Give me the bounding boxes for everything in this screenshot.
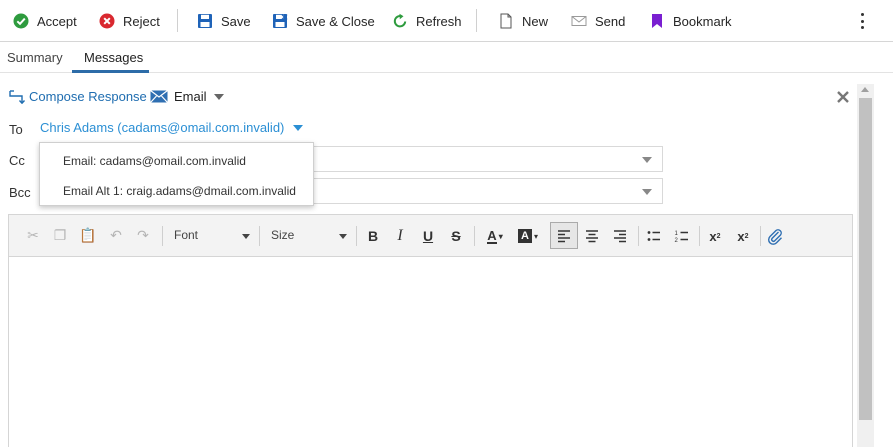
to-recipient-selector[interactable]: Chris Adams (cadams@omail.com.invalid) (40, 120, 304, 135)
tab-bar: Summary Messages (0, 43, 893, 73)
command-toolbar: Accept Reject Save Save & Close Refresh … (0, 0, 893, 42)
save-button[interactable]: Save (197, 9, 251, 33)
accept-label: Accept (37, 13, 77, 29)
compose-response-label: Compose Response (29, 89, 147, 104)
italic-icon[interactable]: I (391, 227, 409, 245)
copy-icon[interactable]: ❐ (51, 227, 69, 245)
subscript-icon[interactable]: x2 (706, 227, 724, 245)
chevron-down-icon[interactable] (642, 189, 652, 195)
rich-text-editor: ✂ ❐ 📋 ↶ ↷ Font Size B I U S A ▾ A ▾ 1 2 … (8, 214, 853, 447)
bullet-list-icon[interactable] (645, 227, 663, 245)
underline-icon[interactable]: U (419, 227, 437, 245)
font-select[interactable]: Font (174, 228, 198, 242)
toolbar-divider (356, 226, 357, 246)
more-options-icon[interactable] (855, 11, 869, 31)
floppy-disk-icon (198, 14, 212, 28)
bold-icon[interactable]: B (364, 227, 382, 245)
svg-text:1: 1 (675, 231, 679, 237)
scrollbar-thumb[interactable] (859, 98, 872, 420)
email-type-label: Email (174, 89, 207, 104)
bookmark-label: Bookmark (673, 13, 732, 29)
reject-button[interactable]: Reject (99, 9, 160, 33)
size-select[interactable]: Size (271, 228, 294, 242)
check-circle-icon (13, 13, 29, 29)
toolbar-divider (177, 9, 178, 32)
numbered-list-icon[interactable]: 1 2 (673, 227, 691, 245)
chevron-down-icon (213, 93, 224, 100)
strikethrough-icon[interactable]: S (447, 227, 465, 245)
refresh-label: Refresh (416, 13, 462, 29)
refresh-button[interactable]: Refresh (392, 9, 462, 33)
undo-icon[interactable]: ↶ (107, 227, 125, 245)
close-icon[interactable] (836, 90, 850, 104)
toolbar-divider (760, 226, 761, 246)
bookmark-button[interactable]: Bookmark (649, 9, 732, 33)
chevron-down-icon[interactable] (642, 157, 652, 163)
floppy-disk-close-icon (273, 14, 288, 28)
toolbar-divider (162, 226, 163, 246)
size-dropdown-caret-icon[interactable] (339, 234, 347, 239)
compose-response-link[interactable]: Compose Response (9, 89, 147, 104)
editor-toolbar: ✂ ❐ 📋 ↶ ↷ Font Size B I U S A ▾ A ▾ 1 2 … (9, 215, 852, 257)
to-label: To (9, 122, 23, 137)
dropdown-option-email-alt-1[interactable]: Email Alt 1: craig.adams@dmail.com.inval… (63, 184, 296, 198)
align-left-icon[interactable] (555, 227, 573, 245)
reject-label: Reject (123, 13, 160, 29)
envelope-icon (571, 16, 587, 26)
align-right-icon[interactable] (611, 227, 629, 245)
refresh-icon (393, 13, 407, 28)
x-circle-icon (99, 13, 115, 29)
save-and-close-button[interactable]: Save & Close (272, 9, 375, 33)
message-body-editor[interactable] (9, 257, 852, 447)
active-tab-indicator (72, 70, 149, 73)
accept-button[interactable]: Accept (13, 9, 77, 33)
cc-label: Cc (9, 153, 25, 168)
new-label: New (522, 13, 549, 29)
email-type-dropdown[interactable]: Email (150, 89, 224, 104)
font-color-icon[interactable]: A ▾ (482, 227, 508, 245)
tab-messages[interactable]: Messages (84, 50, 143, 65)
toolbar-divider (259, 226, 260, 246)
save-label: Save (221, 13, 251, 29)
cut-icon[interactable]: ✂ (24, 227, 42, 245)
recipient-email-dropdown: Email: cadams@omail.com.invalid Email Al… (39, 142, 314, 206)
highlight-color-icon[interactable]: A ▾ (515, 227, 541, 245)
send-label: Send (595, 13, 626, 29)
superscript-icon[interactable]: x2 (734, 227, 752, 245)
save-and-close-label: Save & Close (296, 13, 375, 29)
scroll-up-arrow-icon[interactable] (861, 87, 869, 92)
bcc-label: Bcc (9, 185, 31, 200)
paste-icon[interactable]: 📋 (79, 227, 97, 245)
align-center-icon[interactable] (583, 227, 601, 245)
to-recipient-value: Chris Adams (cadams@omail.com.invalid) (40, 120, 285, 135)
toolbar-divider (476, 9, 477, 32)
new-button[interactable]: New (498, 9, 548, 33)
send-button[interactable]: Send (571, 9, 625, 33)
new-document-icon (500, 13, 512, 29)
toolbar-divider (474, 226, 475, 246)
bookmark-icon (652, 14, 662, 28)
chevron-down-icon (293, 124, 304, 131)
reply-icon (9, 89, 26, 104)
font-dropdown-caret-icon[interactable] (242, 234, 250, 239)
redo-icon[interactable]: ↷ (134, 227, 152, 245)
tab-summary[interactable]: Summary (7, 50, 63, 65)
attachment-icon[interactable] (766, 227, 784, 245)
dropdown-option-email[interactable]: Email: cadams@omail.com.invalid (63, 154, 246, 168)
email-icon (150, 90, 168, 103)
toolbar-divider (699, 226, 700, 246)
toolbar-divider (638, 226, 639, 246)
svg-text:2: 2 (675, 238, 679, 244)
